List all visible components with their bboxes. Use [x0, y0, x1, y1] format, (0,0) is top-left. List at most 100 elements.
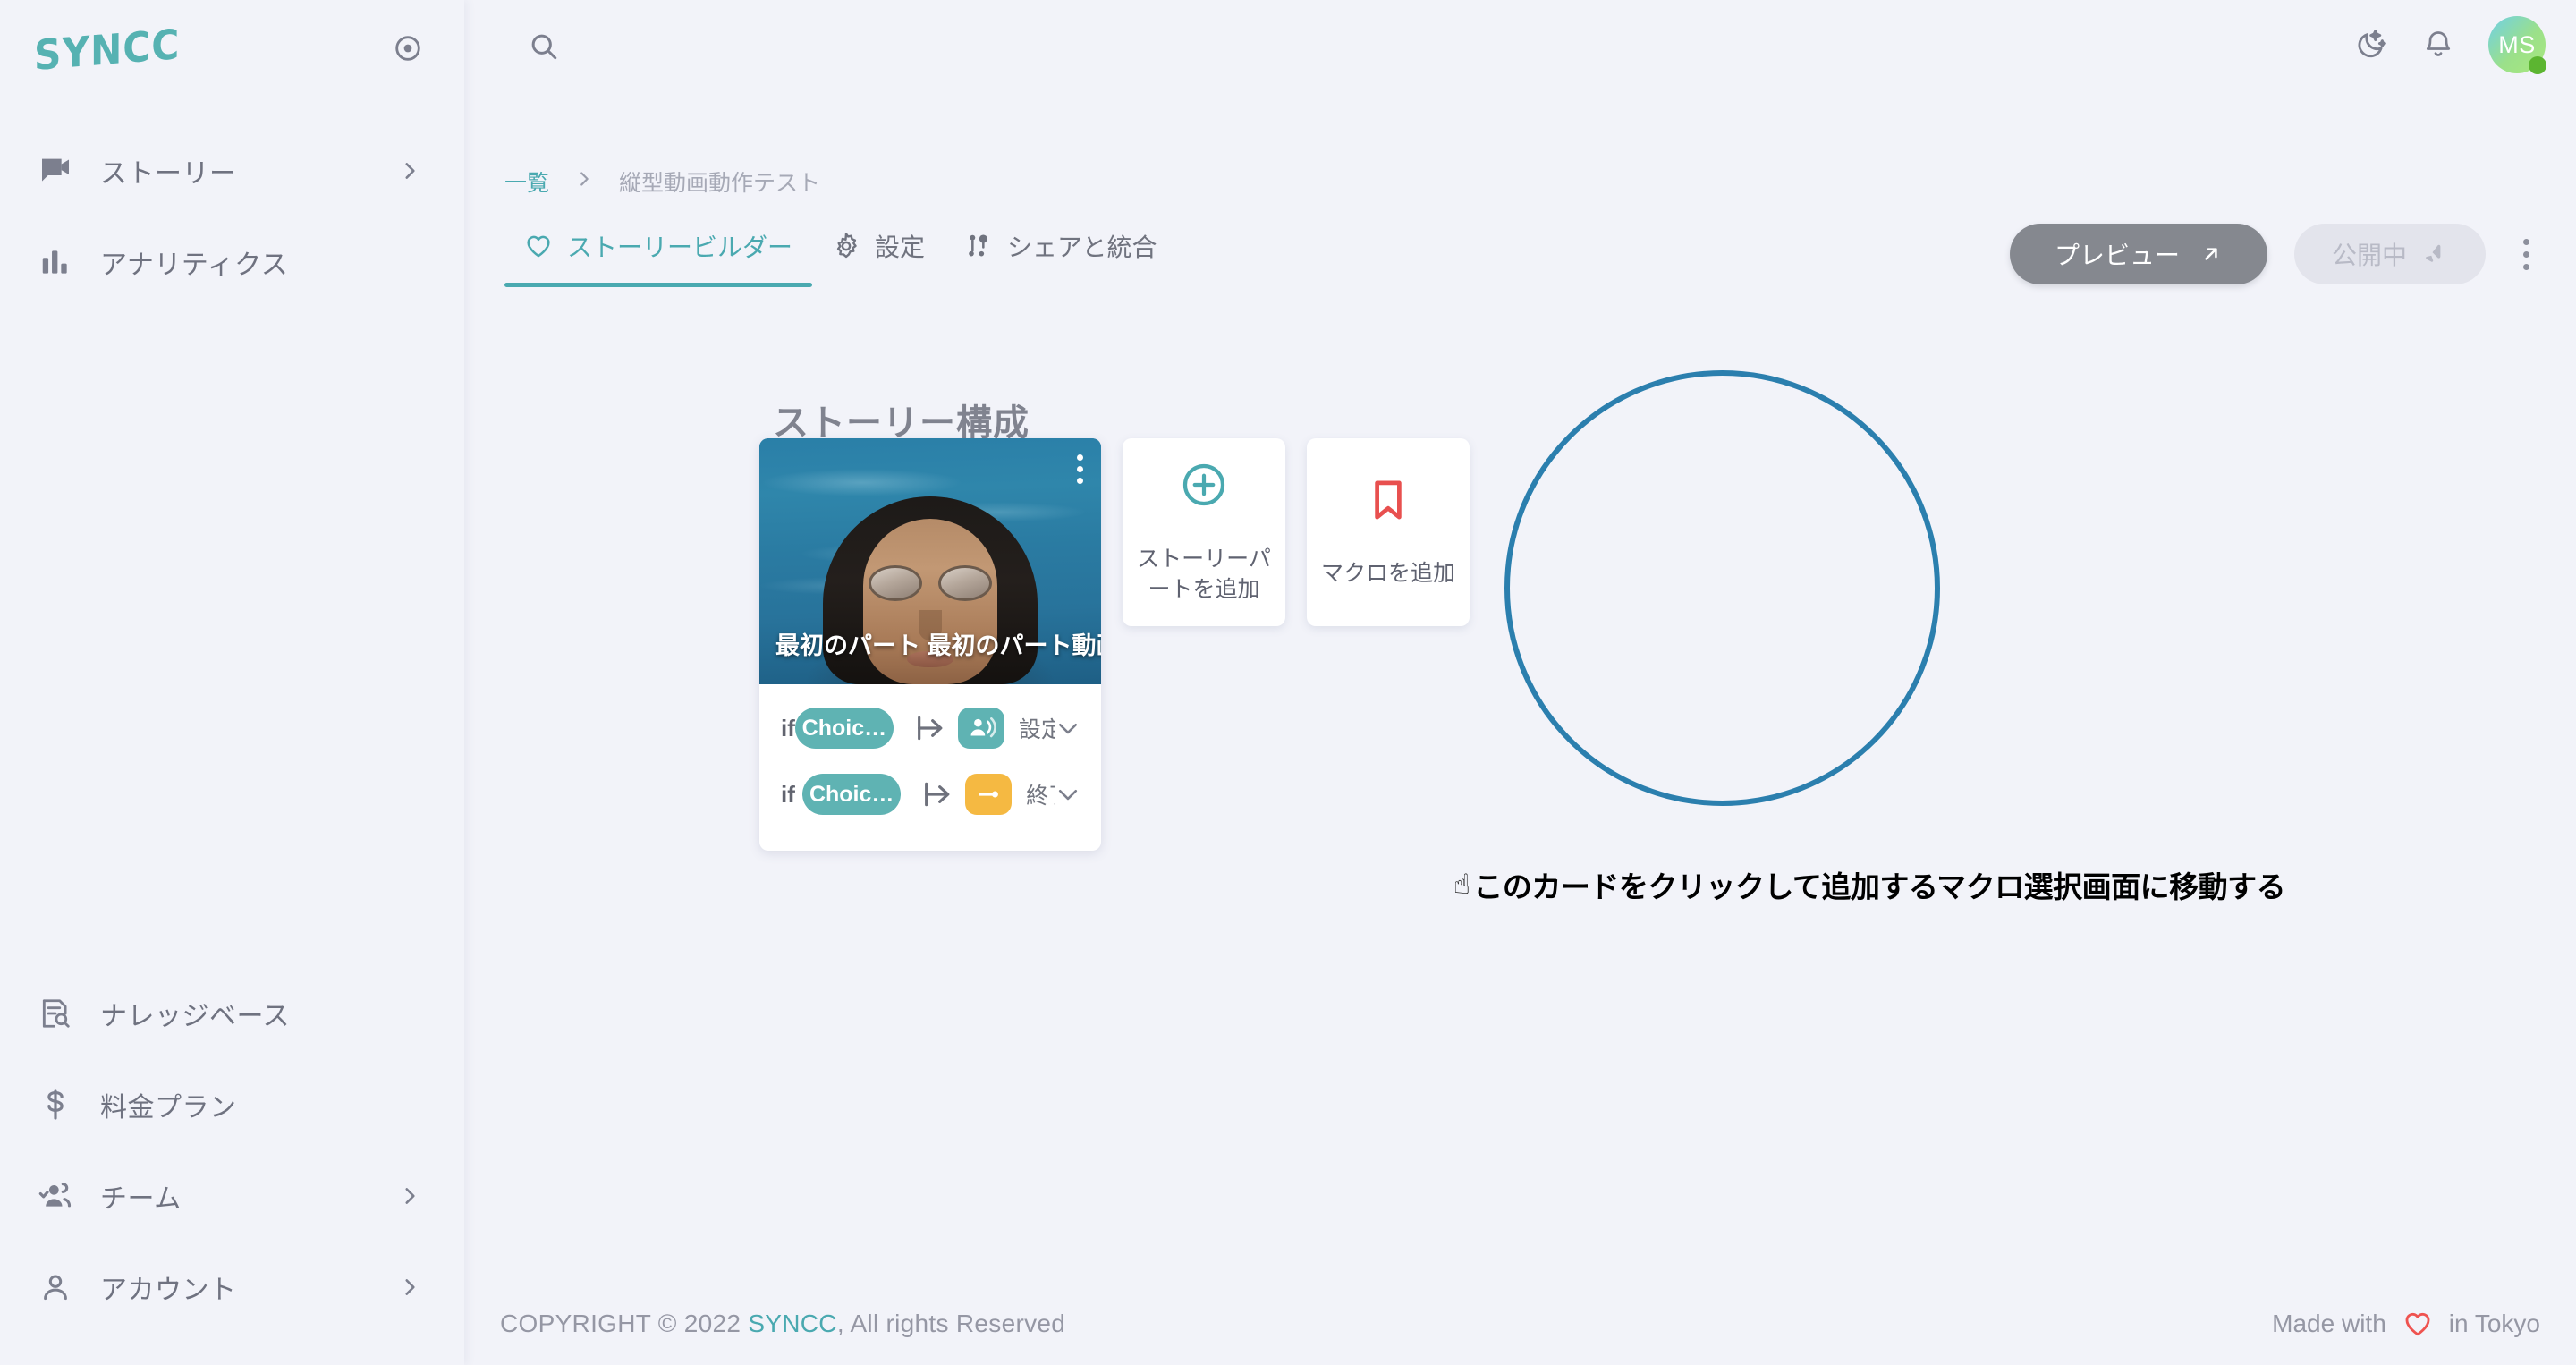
footer: COPYRIGHT © 2022 SYNCC, All rights Reser… — [464, 1283, 2576, 1365]
heart-icon — [2402, 1309, 2433, 1339]
sidebar-item-label: 料金プラン — [100, 1093, 237, 1123]
annotation-instruction: ☝ このカードをクリックして追加するマクロ選択画面に移動する — [1453, 863, 2286, 906]
publish-button-label: 公開中 — [2331, 242, 2407, 269]
avatar[interactable]: MS — [2488, 16, 2546, 74]
sidebar-primary-nav: ストーリー アナリティクス — [0, 125, 464, 308]
bar-chart-icon — [34, 241, 77, 284]
made-with-suffix: in Tokyo — [2448, 1310, 2540, 1337]
sidebar-item-analytics[interactable]: アナリティクス — [0, 216, 464, 308]
branch-arrow-icon — [920, 776, 956, 812]
more-options-button[interactable] — [2512, 230, 2540, 279]
chevron-down-icon[interactable] — [1055, 781, 1081, 808]
sidebar-item-label: アカウント — [100, 1276, 237, 1305]
kebab-dot — [1077, 466, 1083, 472]
story-thumbnail: 最初のパート 最初のパート動画 — [759, 438, 1101, 684]
condition-if-label: if — [781, 714, 795, 742]
search-icon[interactable] — [528, 30, 560, 67]
person-icon — [34, 1266, 77, 1309]
kebab-dot — [2523, 263, 2529, 270]
condition-if-label: if — [781, 780, 795, 808]
story-part-title: 最初のパート 最初のパート動画 — [775, 632, 1101, 659]
annotation-text: このカードをクリックして追加するマクロ選択画面に移動する — [1473, 870, 2286, 903]
kebab-dot — [1077, 478, 1083, 484]
chevron-right-icon — [398, 1184, 421, 1208]
made-with-text: Made with in Tokyo — [2272, 1309, 2540, 1339]
breadcrumb: 一覧 縦型動画動作テスト — [504, 165, 820, 198]
video-message-icon — [34, 149, 77, 192]
megaphone-icon — [2421, 241, 2448, 267]
app-root: SYNCC ストーリー アナリティクス ナレッジベース 料金プラン チーム アカ… — [0, 0, 2576, 1365]
made-with-prefix: Made with — [2272, 1310, 2386, 1337]
card-more-options-button[interactable] — [1077, 454, 1083, 484]
story-structure-row: 最初のパート 最初のパート動画 if Choic… 設定 if Choic… 終… — [759, 438, 1470, 851]
add-macro-card[interactable]: マクロを追加 — [1307, 438, 1470, 626]
arrow-up-right-icon — [2199, 242, 2223, 266]
chevron-down-icon[interactable] — [1055, 715, 1081, 742]
sidebar-secondary-nav: ナレッジベース 料金プラン チーム アカウント — [0, 968, 464, 1333]
announce-person-icon[interactable] — [957, 708, 1004, 749]
pointing-finger-icon: ☝ — [1453, 869, 1470, 900]
copyright-brand[interactable]: SYNCC — [748, 1310, 837, 1337]
app-logo[interactable]: SYNCC — [34, 20, 192, 82]
tab-label: シェアと統合 — [1007, 233, 1157, 261]
sidebar-item-knowledge-base[interactable]: ナレッジベース — [0, 968, 464, 1059]
sidebar-item-story[interactable]: ストーリー — [0, 125, 464, 216]
sidebar-item-label: チーム — [100, 1184, 182, 1214]
condition-chip[interactable]: Choic… — [794, 708, 894, 749]
plus-circle-icon — [1179, 460, 1229, 514]
condition-row: if Choic… 設定 — [759, 695, 1101, 761]
publish-status-button[interactable]: 公開中 — [2293, 224, 2486, 284]
logo-text: SYNCC — [34, 20, 181, 81]
sidebar-item-label: アナリティクス — [100, 250, 289, 280]
condition-status-text: 設定が必… — [1018, 717, 1055, 742]
action-bar: プレビュー 公開中 — [2009, 224, 2540, 284]
end-pin-icon[interactable] — [965, 774, 1013, 815]
tab-bar: ストーリービルダー 設定 シェアと統合 — [504, 228, 1176, 287]
preview-button-label: プレビュー — [2054, 242, 2180, 269]
condition-list: if Choic… 設定 if Choic… 終 — [759, 684, 1101, 851]
bell-icon[interactable] — [2422, 29, 2454, 61]
sidebar-item-team[interactable]: チーム — [0, 1150, 464, 1242]
sidebar-item-label: ナレッジベース — [100, 1002, 290, 1031]
breadcrumb-root[interactable]: 一覧 — [504, 165, 549, 198]
kebab-dot — [2523, 250, 2529, 258]
copyright-text: COPYRIGHT © 2022 SYNCC, All rights Reser… — [500, 1310, 1065, 1338]
online-status-dot — [2529, 56, 2546, 74]
story-part-card[interactable]: 最初のパート 最初のパート動画 if Choic… 設定 if Choic… 終 — [759, 438, 1101, 851]
bookmark-icon — [1364, 476, 1412, 529]
moon-stars-icon[interactable] — [2354, 28, 2388, 62]
chevron-right-icon — [398, 1276, 421, 1299]
avatar-initials: MS — [2498, 30, 2536, 58]
breadcrumb-current: 縦型動画動作テスト — [619, 171, 821, 196]
record-target-icon[interactable] — [392, 32, 424, 69]
sidebar-item-account[interactable]: アカウント — [0, 1242, 464, 1333]
copyright-suffix: , All rights Reserved — [836, 1310, 1066, 1337]
main-content: 一覧 縦型動画動作テスト ストーリービルダー 設定 シェアと統合 プレビュー 公… — [464, 0, 2576, 1365]
preview-button[interactable]: プレビュー — [2009, 224, 2267, 284]
kebab-dot — [1077, 454, 1083, 461]
document-search-icon — [34, 992, 77, 1035]
chevron-right-icon — [398, 159, 421, 182]
dollar-icon — [34, 1083, 77, 1126]
tab-share-integration[interactable]: シェアと統合 — [945, 228, 1176, 287]
gear-icon — [832, 232, 860, 260]
tab-story-builder[interactable]: ストーリービルダー — [504, 228, 813, 287]
copyright-prefix: COPYRIGHT © 2022 — [500, 1310, 749, 1337]
add-story-part-card[interactable]: ストーリーパートを追加 — [1123, 438, 1285, 626]
sidebar-item-label: ストーリー — [100, 159, 237, 189]
condition-status-text: 終了 — [1026, 784, 1055, 809]
sidebar: SYNCC ストーリー アナリティクス ナレッジベース 料金プラン チーム アカ… — [0, 0, 464, 1365]
tab-label: ストーリービルダー — [567, 233, 793, 261]
sidebar-item-pricing[interactable]: 料金プラン — [0, 1059, 464, 1150]
header-actions: MS — [2354, 0, 2546, 89]
tab-settings[interactable]: 設定 — [812, 228, 945, 287]
branch-arrow-icon — [913, 710, 949, 746]
subject-sunglasses — [869, 565, 992, 601]
heart-icon — [524, 232, 553, 260]
chevron-right-icon — [574, 167, 594, 197]
add-card-label: マクロを追加 — [1320, 560, 1455, 586]
condition-chip[interactable]: Choic… — [802, 774, 902, 815]
share-nodes-icon — [964, 232, 993, 260]
team-icon — [34, 1174, 77, 1217]
kebab-dot — [2523, 238, 2529, 245]
